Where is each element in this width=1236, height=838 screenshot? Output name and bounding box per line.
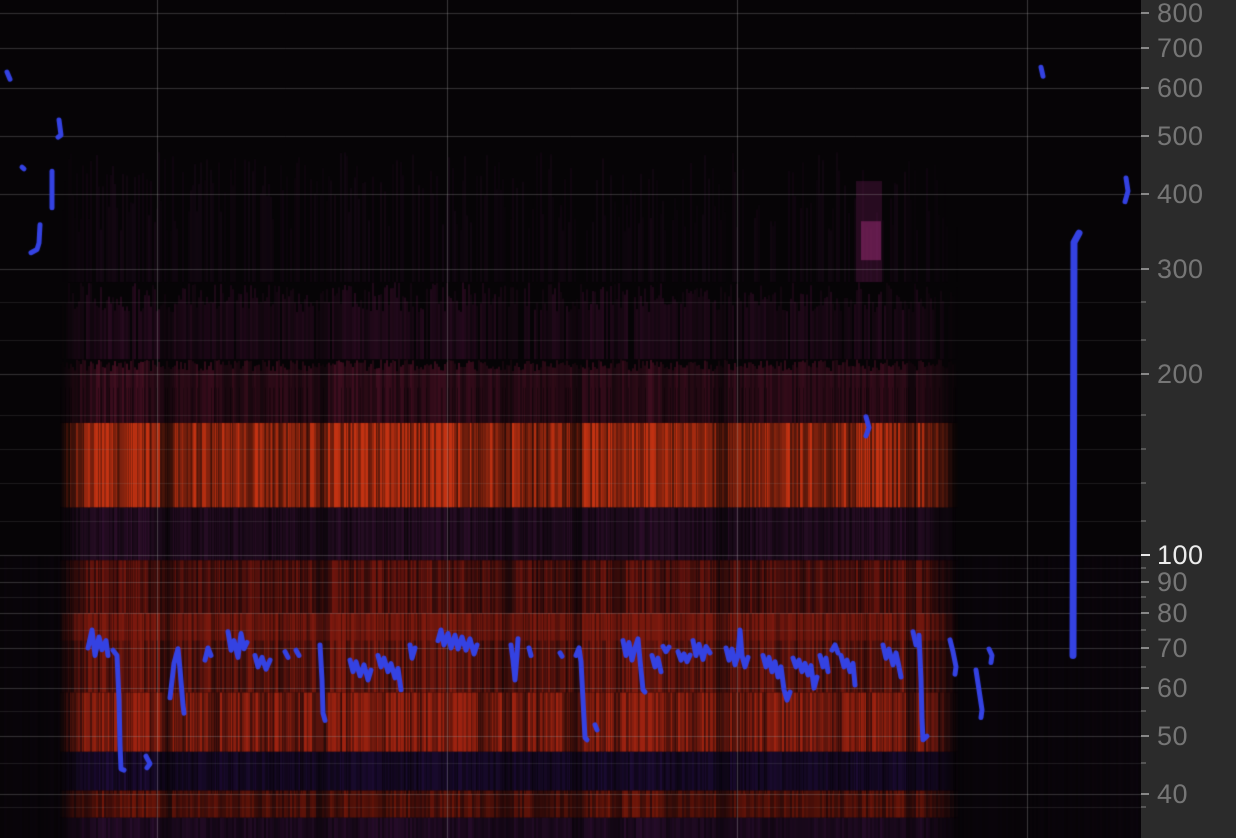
freq-major-tick [1141, 46, 1149, 49]
freq-major-tick [1141, 687, 1149, 690]
spectrogram-canvas[interactable] [0, 0, 1141, 838]
freq-major-tick [1141, 12, 1149, 15]
freq-minor-tick [1141, 806, 1146, 809]
freq-major-tick [1141, 612, 1149, 615]
freq-tick-label-70: 70 [1157, 632, 1189, 663]
freq-major-tick [1141, 373, 1149, 376]
spectrogram-view: 800 700 600 500 400 300 200 100 90 80 70 60 50 40 [0, 0, 1236, 838]
freq-minor-tick [1141, 448, 1146, 451]
freq-minor-tick [1141, 481, 1146, 484]
freq-major-tick [1141, 134, 1149, 137]
freq-major-tick [1141, 267, 1149, 270]
freq-minor-tick [1141, 628, 1146, 631]
freq-tick-label-100: 100 [1157, 540, 1204, 570]
freq-major-tick [1141, 87, 1149, 90]
freq-tick-label-80: 80 [1157, 598, 1189, 629]
freq-major-tick [1141, 646, 1149, 649]
freq-tick-label-200: 200 [1157, 359, 1204, 390]
freq-major-tick [1141, 554, 1150, 556]
freq-major-tick [1141, 581, 1149, 584]
freq-tick-label-50: 50 [1157, 720, 1189, 751]
freq-minor-tick [1141, 709, 1146, 712]
freq-minor-tick [1141, 762, 1146, 765]
freq-tick-label-700: 700 [1157, 32, 1204, 63]
freq-major-tick [1141, 792, 1149, 795]
freq-major-tick [1141, 192, 1149, 195]
freq-minor-tick [1141, 301, 1146, 304]
freq-minor-tick [1141, 567, 1146, 570]
freq-minor-tick [1141, 519, 1146, 522]
freq-tick-label-40: 40 [1157, 778, 1189, 809]
freq-minor-tick [1141, 339, 1146, 342]
freq-minor-tick [1141, 414, 1146, 417]
freq-tick-label-60: 60 [1157, 673, 1189, 704]
freq-tick-label-400: 400 [1157, 178, 1204, 209]
freq-tick-label-90: 90 [1157, 567, 1189, 598]
frequency-axis: 800 700 600 500 400 300 200 100 90 80 70 60 50 40 [1141, 0, 1236, 838]
freq-tick-label-500: 500 [1157, 120, 1204, 151]
freq-minor-tick [1141, 666, 1146, 669]
freq-minor-tick [1141, 596, 1146, 599]
freq-tick-label-600: 600 [1157, 73, 1204, 104]
freq-major-tick [1141, 734, 1149, 737]
freq-tick-label-800: 800 [1157, 0, 1204, 29]
freq-tick-label-300: 300 [1157, 253, 1204, 284]
